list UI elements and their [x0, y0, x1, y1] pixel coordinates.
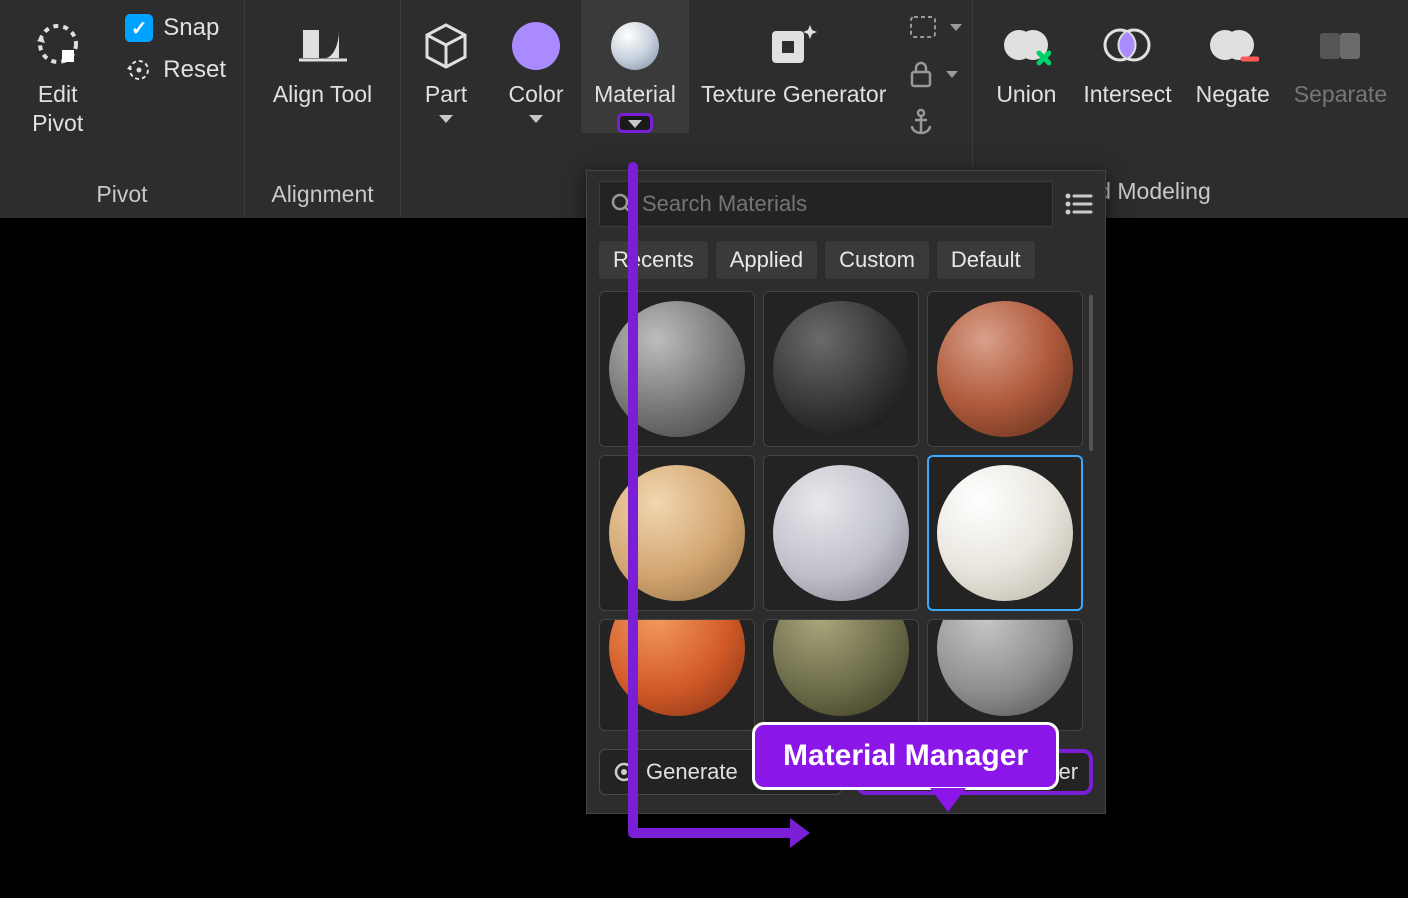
material-swatch-clay-roof-tiles[interactable] — [599, 619, 755, 731]
reset-button[interactable]: Reset — [125, 56, 226, 84]
align-tool-button[interactable]: Align Tool — [245, 0, 401, 109]
edit-pivot-icon — [30, 18, 86, 74]
part-label: Part — [425, 80, 467, 109]
material-grid — [599, 291, 1083, 731]
material-swatch-carpet[interactable] — [763, 455, 919, 611]
material-sphere-icon — [937, 301, 1073, 437]
material-swatch-brick[interactable] — [927, 291, 1083, 447]
intersect-icon — [1099, 18, 1155, 74]
edit-pivot-button[interactable]: Edit Pivot — [0, 0, 115, 138]
negate-button[interactable]: Negate — [1184, 0, 1282, 109]
separate-label: Separate — [1294, 80, 1387, 109]
separate-button[interactable]: Separate — [1282, 0, 1399, 109]
search-materials-box[interactable] — [599, 181, 1053, 227]
dropdown-arrow-icon[interactable] — [529, 115, 543, 123]
material-swatch-basalt[interactable] — [763, 291, 919, 447]
material-swatch-ceramic-tiles[interactable] — [927, 455, 1083, 611]
part-icon — [418, 18, 474, 74]
solid-modeling-group-label-truncated: lid Modeling — [1088, 178, 1211, 205]
edit-pivot-label: Edit Pivot — [12, 80, 103, 138]
dropdown-arrow-icon[interactable] — [946, 71, 958, 78]
align-tool-label: Align Tool — [273, 80, 372, 109]
annotation-arrowhead-icon — [790, 818, 810, 848]
pivot-group-label: Pivot — [96, 181, 147, 218]
material-filter-chips: Recents Applied Custom Default — [599, 241, 1093, 279]
chip-default[interactable]: Default — [937, 241, 1035, 279]
texture-generator-icon — [766, 18, 822, 74]
annotation-callout: Material Manager — [752, 722, 1059, 790]
align-tool-icon — [295, 18, 351, 74]
lock-icon — [908, 60, 934, 88]
ribbon-group-pivot: Edit Pivot Snap Reset — [0, 0, 245, 218]
dropdown-arrow-icon[interactable] — [950, 24, 962, 31]
material-sphere-icon — [937, 465, 1073, 601]
group-selection-button[interactable] — [908, 14, 962, 40]
anchor-button[interactable] — [908, 108, 962, 136]
snap-label: Snap — [163, 14, 219, 42]
color-label: Color — [509, 80, 564, 109]
material-sphere-icon — [773, 301, 909, 437]
texture-generator-label: Texture Generator — [701, 80, 886, 109]
annotation-callout-tail — [930, 788, 966, 812]
negate-icon — [1205, 18, 1261, 74]
material-swatch-cardboard[interactable] — [599, 455, 755, 611]
material-dropdown-arrow[interactable] — [617, 113, 653, 133]
material-sphere-icon — [773, 619, 909, 716]
material-label: Material — [594, 80, 676, 109]
union-label: Union — [996, 80, 1056, 109]
generate-label: Generate — [646, 759, 738, 785]
group-selection-icon — [908, 14, 938, 40]
checkbox-checked-icon — [125, 14, 153, 42]
intersect-button[interactable]: Intersect — [1071, 0, 1183, 109]
material-swatch-concrete[interactable] — [927, 619, 1083, 731]
union-icon — [998, 18, 1054, 74]
material-button[interactable]: Material — [581, 0, 689, 133]
texture-generator-button[interactable]: Texture Generator — [689, 0, 898, 109]
scrollbar[interactable] — [1089, 295, 1093, 451]
material-swatch-cobblestone[interactable] — [763, 619, 919, 731]
material-sphere-icon — [937, 619, 1073, 716]
material-icon — [607, 18, 663, 74]
annotation-connector — [628, 828, 794, 838]
ribbon-group-alignment: Align Tool Alignment — [245, 0, 401, 218]
alignment-group-label: Alignment — [271, 181, 373, 218]
list-view-icon[interactable] — [1063, 189, 1093, 219]
chip-applied[interactable]: Applied — [716, 241, 817, 279]
material-swatch-asphalt[interactable] — [599, 291, 755, 447]
union-button[interactable]: Union — [981, 0, 1071, 109]
search-materials-input[interactable] — [642, 191, 1042, 217]
color-button[interactable]: Color — [491, 0, 581, 123]
dropdown-arrow-icon[interactable] — [439, 115, 453, 123]
separate-icon — [1312, 18, 1368, 74]
reset-label: Reset — [163, 56, 226, 84]
snap-toggle[interactable]: Snap — [125, 14, 226, 42]
anchor-icon — [908, 108, 934, 136]
lock-button[interactable] — [908, 60, 962, 88]
negate-label: Negate — [1196, 80, 1270, 109]
material-sphere-icon — [773, 465, 909, 601]
chip-recents[interactable]: Recents — [599, 241, 708, 279]
intersect-label: Intersect — [1083, 80, 1171, 109]
chip-custom[interactable]: Custom — [825, 241, 929, 279]
reset-icon — [125, 56, 153, 84]
material-dropdown-panel: Recents Applied Custom Default Generate … — [586, 170, 1106, 814]
annotation-connector — [628, 162, 638, 836]
color-icon — [508, 18, 564, 74]
part-button[interactable]: Part — [401, 0, 491, 123]
